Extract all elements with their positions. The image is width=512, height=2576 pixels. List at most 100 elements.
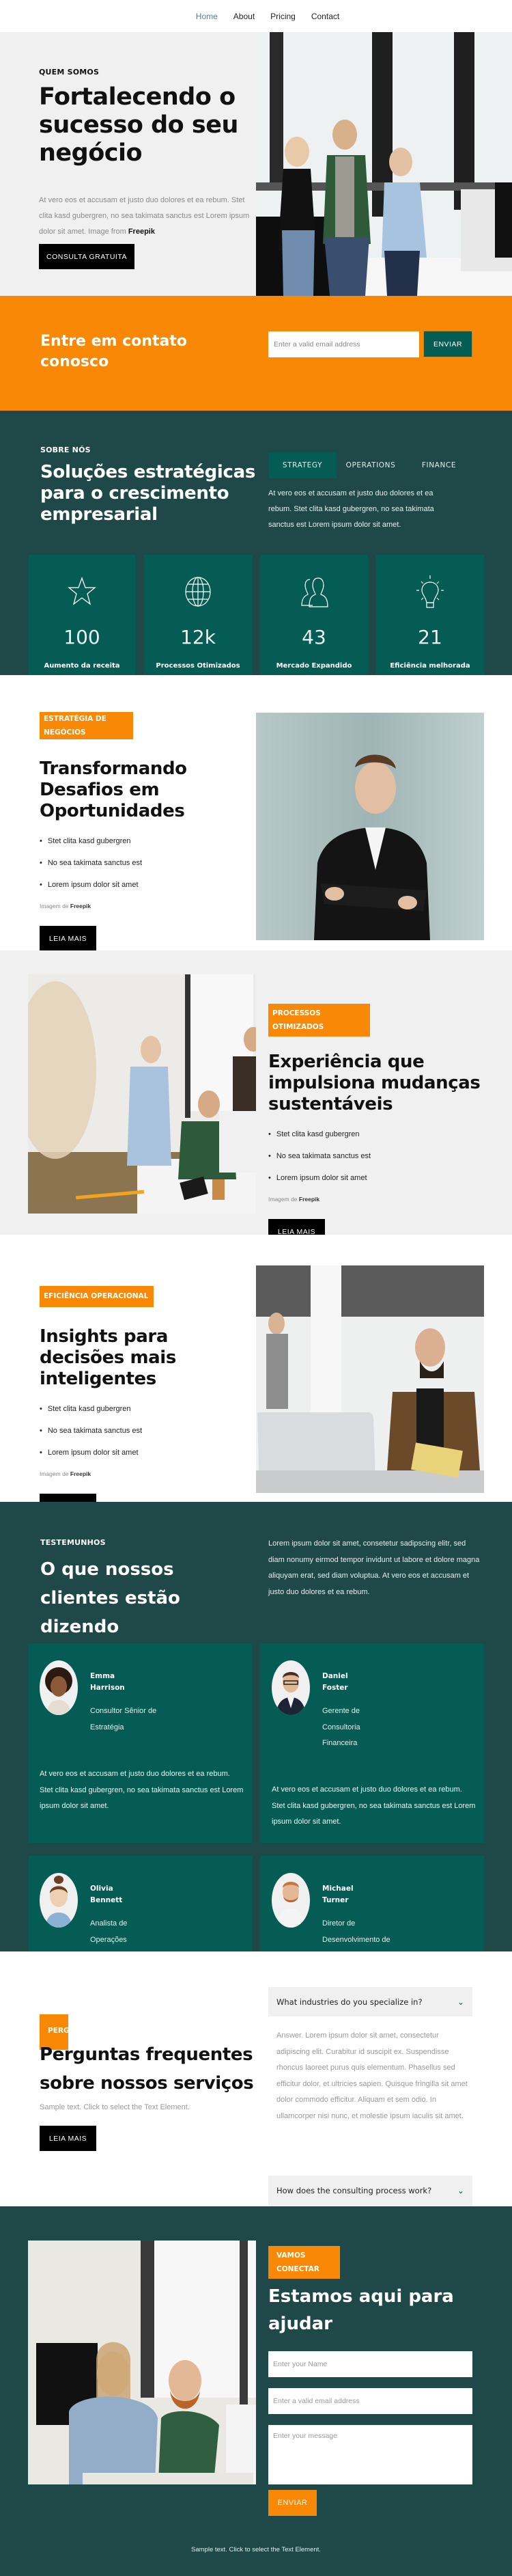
stat-label: Aumento da receita xyxy=(44,662,120,670)
testimonial-quote: At vero eos et accusam et justo duo dolo… xyxy=(272,1785,476,1826)
faq-question-text: What industries do you specialize in? xyxy=(276,1997,423,2007)
list-item: Stet clita kasd gubergren xyxy=(268,1123,494,1145)
stat-value: 43 xyxy=(302,626,326,648)
list-item: Stet clita kasd gubergren xyxy=(40,830,265,852)
tab-finance[interactable]: FINANCE xyxy=(405,452,473,478)
chevron-down-icon: ⌄ xyxy=(457,1997,464,2007)
nav-about[interactable]: About xyxy=(233,12,255,21)
feature-title: Experiência que impulsiona mudanças sust… xyxy=(268,1052,481,1114)
contact-photo-illustration xyxy=(28,2241,256,2497)
feature-image-businessman xyxy=(256,713,484,940)
avatar xyxy=(272,1660,310,1715)
about-tabs: STRATEGY OPERATIONS FINANCE xyxy=(268,452,473,478)
testimonials-title: O que nossos clientes estão dizendo xyxy=(40,1559,180,1637)
avatar-emma-illustration xyxy=(45,1667,72,1715)
avatar-olivia-illustration xyxy=(45,1876,72,1928)
email-field[interactable] xyxy=(268,2388,472,2414)
faq-item-expanded: What industries do you specialize in? ⌄ xyxy=(268,1987,472,2016)
feature-section-efficiency: EFICIÊNCIA OPERACIONAL Insights para dec… xyxy=(0,1235,512,1519)
testimonial-name: Daniel Foster xyxy=(322,1672,348,1692)
list-item: No sea takimata sanctus est xyxy=(268,1145,494,1167)
laptop-photo-illustration xyxy=(256,1265,484,1493)
tab-strategy[interactable]: STRATEGY xyxy=(268,452,337,478)
testimonials-section: TESTEMUNHOS O que nossos clientes estão … xyxy=(0,1502,512,2055)
testimonial-role: Consultor Sênior de Estratégia xyxy=(90,1707,157,1731)
team-photo-illustration xyxy=(28,974,256,1214)
nav-pricing[interactable]: Pricing xyxy=(270,12,296,21)
faq-answer: Answer. Lorem ipsum dolor sit amet, cons… xyxy=(276,2031,468,2120)
avatar-michael-illustration xyxy=(276,1882,306,1928)
faq-question[interactable]: What industries do you specialize in? ⌄ xyxy=(268,1987,472,2016)
avatar-daniel-illustration xyxy=(276,1672,306,1715)
feature-badge: PROCESSOS OTIMIZADOS xyxy=(268,1004,370,1037)
image-credit: Imagem de Freepik xyxy=(40,1470,265,1477)
feature-text: PROCESSOS OTIMIZADOS Experiência que imp… xyxy=(268,1004,494,1244)
hero-title: Fortalecendo o sucesso do seu negócio xyxy=(39,83,238,167)
lightbulb-icon xyxy=(416,575,444,608)
about-eyebrow: SOBRE NÓS xyxy=(40,446,91,454)
star-icon xyxy=(68,577,96,605)
feature-image-team xyxy=(28,974,256,1214)
testimonials-intro: Lorem ipsum dolor sit amet, consetetur s… xyxy=(268,1539,480,1596)
avatar xyxy=(40,1873,78,1928)
feature-title: Insights para decisões mais inteligentes xyxy=(40,1326,176,1389)
freepik-link[interactable]: Freepik xyxy=(128,228,155,236)
stat-value: 100 xyxy=(63,626,100,648)
contact-strip: Entre em contato conosco ENVIAR xyxy=(0,296,512,411)
chevron-down-icon: ⌄ xyxy=(457,2185,464,2195)
testimonial-name: Emma Harrison xyxy=(90,1672,125,1692)
freepik-link[interactable]: Freepik xyxy=(70,1470,91,1477)
stat-label: Eficiência melhorada xyxy=(390,662,470,670)
nav-contact[interactable]: Contact xyxy=(311,12,339,21)
contact-submit-button[interactable]: ENVIAR xyxy=(268,2490,317,2516)
faq-question[interactable]: How does the consulting process work? ⌄ xyxy=(268,2176,472,2205)
site-header: Home About Pricing Contact xyxy=(0,0,512,32)
read-more-button[interactable]: LEIA MAIS xyxy=(40,926,96,951)
testimonial-name: Michael Turner xyxy=(322,1885,354,1904)
hero-image xyxy=(256,32,512,296)
contact-form-section: VAMOS CONECTAR Estamos aqui para ajudar xyxy=(0,2206,512,2497)
testimonial-role: Analista de Operações xyxy=(90,1919,128,1944)
feature-bullets: Stet clita kasd gubergren No sea takimat… xyxy=(40,830,265,896)
testimonial-card: Daniel Foster Gerente de Consultoria Fin… xyxy=(260,1643,484,1843)
globe-icon xyxy=(185,577,211,607)
avatar xyxy=(40,1660,78,1715)
testimonial-quote: At vero eos et accusam et justo duo dolo… xyxy=(40,1770,244,1810)
stat-value: 12k xyxy=(180,626,216,648)
stat-label: Processos Otimizados xyxy=(156,662,240,670)
list-item: No sea takimata sanctus est xyxy=(40,852,265,874)
name-field[interactable] xyxy=(268,2351,472,2377)
read-more-button[interactable]: LEIA MAIS xyxy=(40,2126,96,2151)
credit-prefix: Imagem de xyxy=(40,903,70,909)
list-item: Lorem ipsum dolor sit amet xyxy=(40,874,265,896)
feature-title: Transformando Desafios em Oportunidades xyxy=(40,758,187,821)
newsletter-submit-button[interactable]: ENVIAR xyxy=(423,331,472,357)
feature-badge: ESTRATÉGIA DE NEGÓCIOS xyxy=(40,712,133,739)
faq-section: PERGUNTAS FREQUENTES Perguntas frequente… xyxy=(0,1951,512,2234)
freepik-link[interactable]: Freepik xyxy=(299,1196,319,1203)
nav-home[interactable]: Home xyxy=(196,12,218,21)
about-title: Soluções estratégicas para o crescimento… xyxy=(40,462,256,525)
contact-image xyxy=(28,2241,256,2497)
testimonial-card: Emma Harrison Consultor Sênior de Estrat… xyxy=(28,1643,252,1843)
feature-badge: EFICIÊNCIA OPERACIONAL xyxy=(40,1286,154,1307)
faq-sample-text: Sample text. Click to select the Text El… xyxy=(40,2103,190,2111)
testimonials-eyebrow: TESTEMUNHOS xyxy=(40,1538,106,1547)
faq-badge-text: PERGUNTAS FREQUENTES xyxy=(48,2027,68,2035)
freepik-link[interactable]: Freepik xyxy=(70,903,91,909)
feature-bullets: Stet clita kasd gubergren No sea takimat… xyxy=(268,1123,494,1189)
stat-label: Mercado Expandido xyxy=(276,662,352,670)
feature-section-processes: PROCESSOS OTIMIZADOS Experiência que imp… xyxy=(0,950,512,1244)
faq-title: Perguntas frequentes sobre nossos serviç… xyxy=(40,2044,254,2094)
free-consultation-button[interactable]: CONSULTA GRATUITA xyxy=(39,244,134,269)
list-item: No sea takimata sanctus est xyxy=(40,1420,265,1442)
list-item: Lorem ipsum dolor sit amet xyxy=(268,1167,494,1189)
image-credit: Imagem de Freepik xyxy=(268,1196,494,1203)
hero-photo-illustration xyxy=(256,32,512,296)
contact-badge: VAMOS CONECTAR xyxy=(268,2246,340,2279)
tab-operations[interactable]: OPERATIONS xyxy=(337,452,405,478)
hero-eyebrow: QUEM SOMOS xyxy=(39,68,100,77)
newsletter-email-input[interactable] xyxy=(268,331,419,357)
list-item: Stet clita kasd gubergren xyxy=(40,1398,265,1420)
contact-title: Estamos aqui para ajudar xyxy=(268,2286,454,2334)
